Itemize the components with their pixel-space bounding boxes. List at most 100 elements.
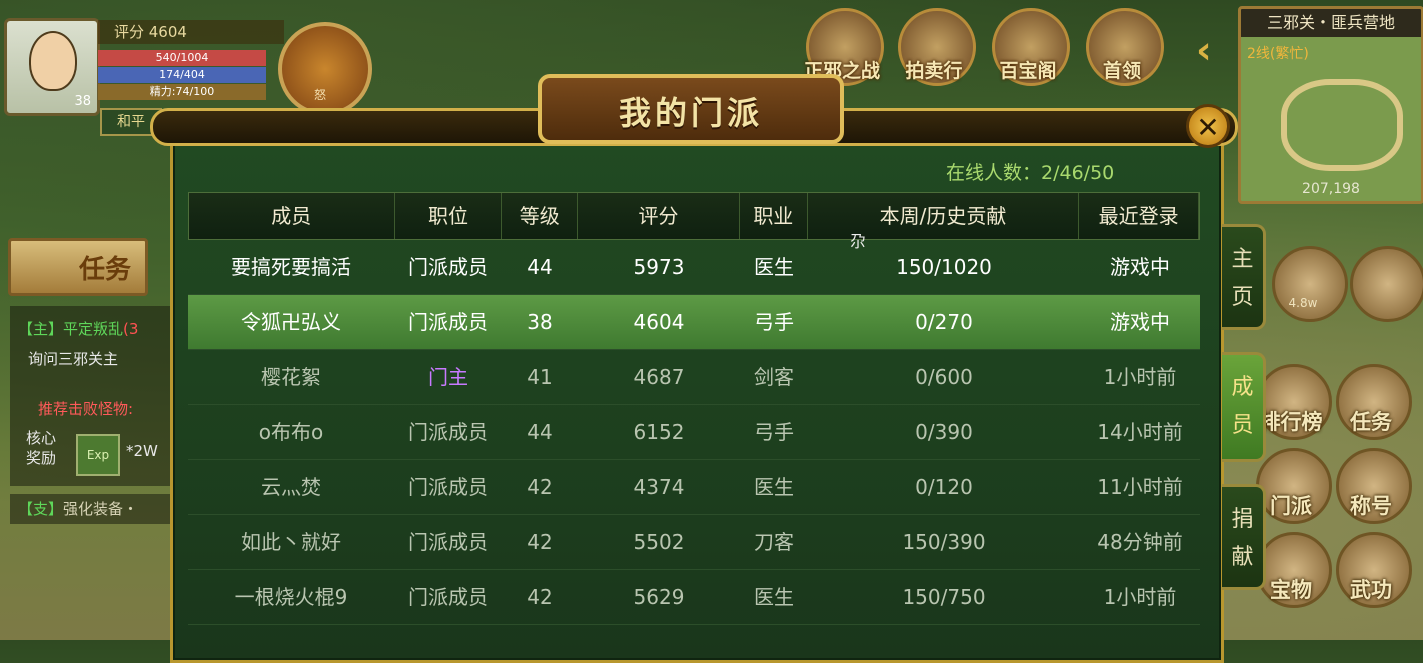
core-reward-label: 核心奖励	[26, 429, 57, 467]
member-name: 要搞死要搞活	[231, 255, 351, 279]
member-contribution: 0/600	[915, 365, 973, 389]
member-score: 5629	[633, 585, 685, 609]
task-tab-button[interactable]: 任务	[8, 238, 148, 296]
tab-members[interactable]: 成员	[1222, 352, 1266, 462]
member-position: 门派成员	[408, 585, 488, 609]
member-class: 弓手	[754, 310, 794, 334]
tab-home[interactable]: 主页	[1222, 224, 1266, 330]
member-last-login: 1小时前	[1103, 365, 1177, 389]
member-name: o布布o	[258, 420, 324, 444]
stray-glyph: 尕	[850, 232, 867, 251]
top-menu-label[interactable]: 首领	[1072, 56, 1172, 83]
power-icon[interactable]	[1272, 246, 1348, 322]
main-quest-desc: 询问三邪关主	[28, 350, 119, 368]
member-position: 门派成员	[408, 530, 488, 554]
top-menu-label[interactable]: 拍卖行	[884, 56, 984, 83]
member-score: 5502	[633, 530, 685, 554]
server-line[interactable]: 2线(繁忙)	[1247, 43, 1309, 63]
map-road	[1281, 79, 1403, 171]
member-class: 医生	[754, 255, 794, 279]
member-level: 41	[527, 365, 553, 389]
quest-tracker[interactable]: 【主】平定叛乱(3 询问三邪关主 推荐击败怪物: 核心奖励 Exp *2W	[10, 306, 170, 486]
chevron-left-icon[interactable]: ‹	[1196, 28, 1212, 72]
map-name: 三邪关・匪兵营地	[1241, 9, 1421, 37]
table-row-selected[interactable]: 令狐卍弘义 门派成员 38 4604 弓手 0/270 游戏中	[188, 295, 1200, 350]
member-contribution: 150/750	[902, 585, 986, 609]
column-header-class[interactable]: 职业	[740, 193, 808, 239]
member-contribution: 0/270	[915, 310, 973, 334]
close-button[interactable]: ✕	[1186, 104, 1230, 148]
avatar	[29, 31, 77, 91]
member-level: 38	[527, 310, 553, 334]
member-position: 门派成员	[408, 420, 488, 444]
member-class: 刀客	[754, 530, 794, 554]
member-position: 门派成员	[408, 475, 488, 499]
member-last-login: 48分钟前	[1097, 530, 1183, 554]
recommend-text: 推荐击败怪物:	[38, 400, 134, 418]
table-row[interactable]: 一根烧火棍9 门派成员 42 5629 医生 150/750 1小时前	[188, 570, 1200, 625]
member-name: 令狐卍弘义	[241, 310, 341, 334]
table-row[interactable]: o布布o 门派成员 44 6152 弓手 0/390 14小时前	[188, 405, 1200, 460]
player-portrait[interactable]: 38	[4, 18, 100, 116]
member-table: 成员 职位 等级 评分 职业 本周/历史贡献 最近登录 要搞死要搞活 门派成员 …	[188, 192, 1200, 625]
column-header-last-login[interactable]: 最近登录	[1079, 193, 1199, 239]
member-level: 42	[527, 530, 553, 554]
member-last-login: 11小时前	[1097, 475, 1183, 499]
top-menu-label[interactable]: 百宝阁	[978, 56, 1078, 83]
member-level: 44	[527, 255, 553, 279]
dialog-title: 我的门派	[618, 94, 763, 132]
member-class: 医生	[754, 585, 794, 609]
table-row[interactable]: 云灬焚 门派成员 42 4374 医生 0/120 11小时前	[188, 460, 1200, 515]
member-name: 一根烧火棍9	[234, 585, 348, 609]
member-score: 5973	[633, 255, 685, 279]
member-score: 4687	[633, 365, 685, 389]
sect-dialog: 我的门派 ✕ 在线人数：2/46/50 成员 职位 等级 评分 职业 本周/历史…	[150, 74, 1238, 663]
member-level: 44	[527, 420, 553, 444]
member-score: 6152	[633, 420, 685, 444]
member-name: 如此丶就好	[241, 530, 341, 554]
minimap[interactable]: 三邪关・匪兵营地 2线(繁忙) 207,198	[1238, 6, 1423, 204]
member-last-login: 1小时前	[1103, 585, 1177, 609]
member-contribution: 0/390	[915, 420, 973, 444]
member-last-login: 游戏中	[1110, 255, 1170, 279]
tab-donate[interactable]: 捐献	[1222, 484, 1266, 590]
column-header-contribution[interactable]: 本周/历史贡献	[808, 193, 1080, 239]
map-coordinates: 207,198	[1302, 181, 1360, 197]
branch-quest-text: 强化装备・	[63, 500, 139, 518]
table-row[interactable]: 樱花絮 门主 41 4687 剑客 0/600 1小时前	[188, 350, 1200, 405]
online-count: 在线人数：2/46/50	[946, 162, 1115, 184]
column-header-level[interactable]: 等级	[502, 193, 579, 239]
player-score: 评分 4604	[98, 20, 284, 44]
diamond-menu-icon[interactable]	[1350, 246, 1423, 322]
member-class: 剑客	[754, 365, 794, 389]
member-class: 弓手	[754, 420, 794, 444]
member-score: 4374	[633, 475, 685, 499]
member-position: 门主	[428, 365, 468, 389]
martial-arts-label[interactable]: 武功	[1326, 574, 1416, 604]
member-contribution: 150/390	[902, 530, 986, 554]
member-last-login: 14小时前	[1097, 420, 1183, 444]
column-header-member[interactable]: 成员	[189, 193, 395, 239]
exp-icon: Exp	[76, 434, 120, 476]
member-score: 4604	[633, 310, 685, 334]
branch-quest[interactable]: 【支】强化装备・	[10, 494, 170, 524]
member-level: 42	[527, 585, 553, 609]
table-row[interactable]: 要搞死要搞活 门派成员 44 5973 医生 150/1020 游戏中	[188, 240, 1200, 295]
title-label[interactable]: 称号	[1326, 490, 1416, 520]
member-position: 门派成员	[408, 255, 488, 279]
task-label[interactable]: 任务	[1326, 406, 1416, 436]
column-header-score[interactable]: 评分	[578, 193, 740, 239]
column-header-position[interactable]: 职位	[395, 193, 503, 239]
main-quest-progress: (3	[123, 320, 139, 338]
power-value: 4.8w	[1288, 296, 1318, 310]
member-name: 樱花絮	[261, 365, 321, 389]
table-row[interactable]: 如此丶就好 门派成员 42 5502 刀客 150/390 48分钟前	[188, 515, 1200, 570]
table-header: 成员 职位 等级 评分 职业 本周/历史贡献 最近登录	[188, 192, 1200, 240]
energy-bar: 精力:74/100	[98, 84, 266, 100]
member-position: 门派成员	[408, 310, 488, 334]
mp-bar: 174/404	[98, 67, 266, 83]
member-last-login: 游戏中	[1110, 310, 1170, 334]
branch-quest-prefix: 【支】	[18, 500, 64, 518]
member-name: 云灬焚	[261, 475, 321, 499]
main-quest-title[interactable]: 【主】平定叛乱(3	[18, 318, 138, 339]
